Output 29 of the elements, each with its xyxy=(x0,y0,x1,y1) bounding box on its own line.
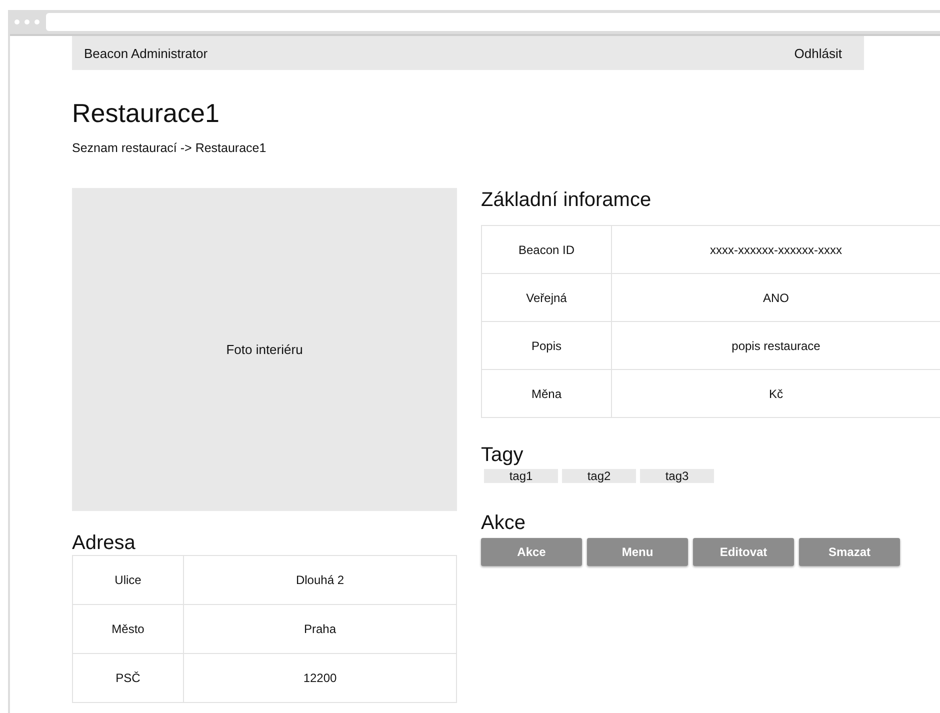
table-cell: Popis xyxy=(482,322,612,370)
action-button[interactable]: Editovat xyxy=(693,538,794,566)
table-cell: 12200 xyxy=(184,654,456,702)
breadcrumb: Seznam restaurací -> Restaurace1 xyxy=(72,141,268,155)
section-heading: Tagy xyxy=(481,443,524,467)
table-cell: Měna xyxy=(482,370,612,418)
table-cell: xxxx-xxxxxx-xxxxxx-xxxx xyxy=(612,226,940,274)
section-heading: Adresa xyxy=(72,531,136,555)
window-dots-icon xyxy=(14,19,40,25)
table-cell: Beacon ID xyxy=(482,226,612,274)
placeholder-label: Foto interiéru xyxy=(226,342,303,357)
table-cell: Ulice xyxy=(72,556,184,604)
tag: tag2 xyxy=(562,469,636,483)
tag: tag3 xyxy=(640,469,714,483)
logout-link[interactable]: Odhlásit xyxy=(794,46,842,60)
app-title: Beacon Administrator xyxy=(84,46,208,60)
table-cell: Praha xyxy=(184,604,456,654)
address-bar[interactable] xyxy=(46,13,940,31)
section-heading: Základní inforamce xyxy=(481,188,652,212)
section-heading: Akce xyxy=(481,511,526,535)
tag: tag1 xyxy=(484,469,558,483)
action-button[interactable]: Menu xyxy=(587,538,688,566)
action-button[interactable]: Smazat xyxy=(799,538,900,566)
table-cell: Veřejná xyxy=(482,274,612,322)
table-cell: Město xyxy=(72,604,184,654)
page-title: Restaurace1 xyxy=(72,98,220,128)
table-cell: Dlouhá 2 xyxy=(184,556,456,604)
action-button[interactable]: Akce xyxy=(481,538,582,566)
table-cell: PSČ xyxy=(72,654,184,702)
